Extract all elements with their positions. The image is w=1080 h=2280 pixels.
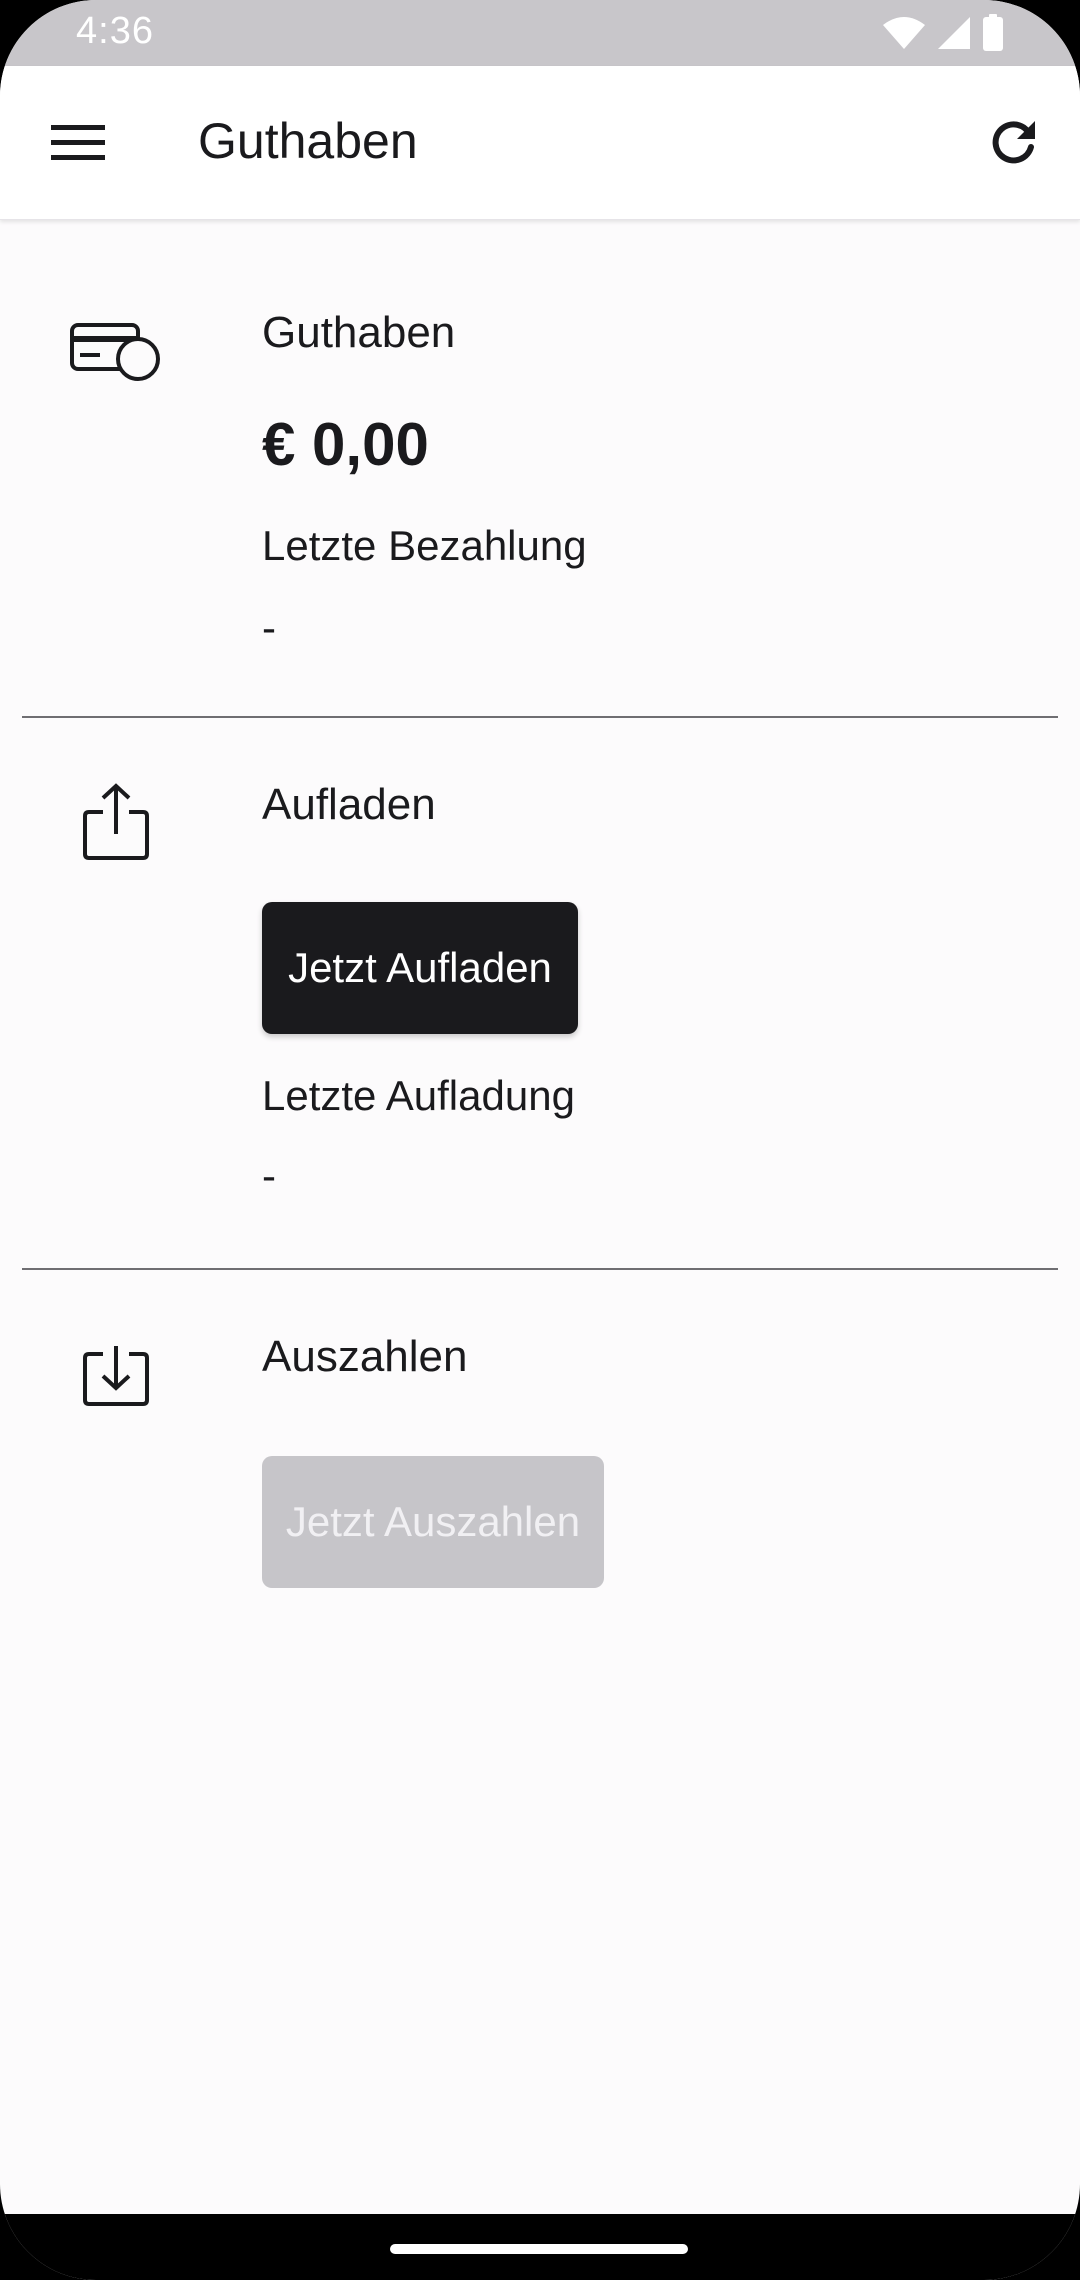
battery-icon xyxy=(983,14,1003,51)
wifi-icon xyxy=(883,17,925,49)
last-top-up-value: - xyxy=(262,1152,276,1199)
status-bar: 4:36 xyxy=(0,0,1080,66)
payout-section: Auszahlen Jetzt Auszahlen xyxy=(0,1270,1080,1630)
refresh-button[interactable] xyxy=(978,106,1050,178)
navigation-bar xyxy=(0,2214,1080,2280)
app-bar: Guthaben xyxy=(0,66,1080,220)
menu-icon xyxy=(51,125,105,160)
last-top-up-label: Letzte Aufladung xyxy=(262,1072,575,1119)
balance-heading: Guthaben xyxy=(262,308,456,357)
card-coin-icon xyxy=(66,312,166,392)
download-icon xyxy=(66,1336,166,1416)
balance-section: Guthaben € 0,00 Letzte Bezahlung - xyxy=(0,220,1080,720)
home-indicator[interactable] xyxy=(390,2244,688,2254)
menu-button[interactable] xyxy=(42,113,114,173)
top-up-section: Aufladen Jetzt Aufladen Letzte Aufladung… xyxy=(0,718,1080,1270)
last-payment-value: - xyxy=(262,604,276,651)
last-payment-label: Letzte Bezahlung xyxy=(262,522,587,569)
refresh-icon xyxy=(992,121,1035,164)
payout-button[interactable]: Jetzt Auszahlen xyxy=(262,1456,604,1588)
signal-icon xyxy=(938,17,970,49)
upload-icon xyxy=(66,782,166,862)
status-icons xyxy=(882,14,1004,52)
top-up-button[interactable]: Jetzt Aufladen xyxy=(262,902,578,1034)
status-time: 4:36 xyxy=(76,10,154,52)
page-title: Guthaben xyxy=(198,113,418,169)
balance-amount: € 0,00 xyxy=(262,411,429,478)
device-screen: 4:36 Guthaben Guthaben € 0,00 Letzte Bez… xyxy=(0,0,1080,2280)
top-up-heading: Aufladen xyxy=(262,780,436,829)
payout-heading: Auszahlen xyxy=(262,1332,468,1381)
